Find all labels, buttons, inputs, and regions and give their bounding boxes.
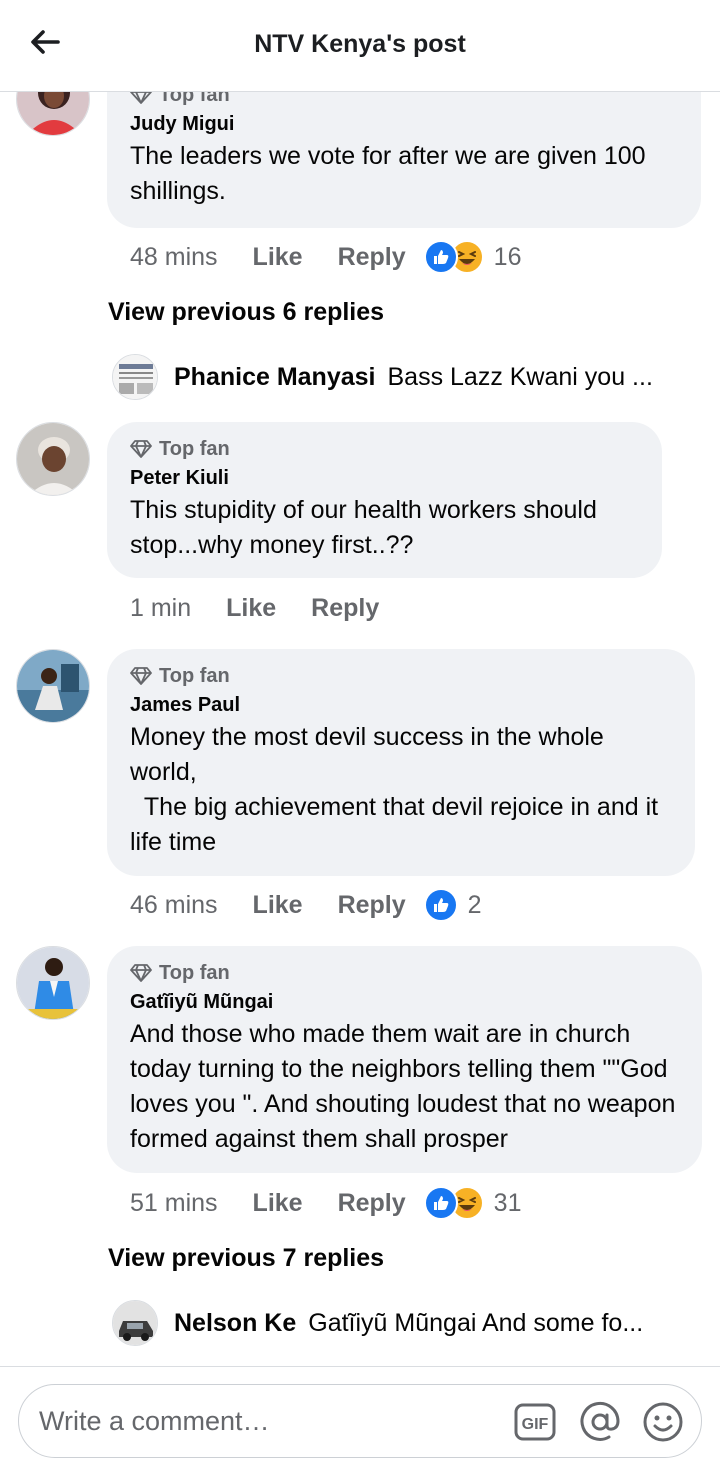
avatar[interactable] bbox=[16, 422, 90, 496]
reaction-count: 16 bbox=[493, 242, 522, 271]
comment-bubble: Top fan Gatĩiyũ Mũngai And those who mad… bbox=[107, 946, 702, 1173]
comment-author[interactable]: James Paul bbox=[130, 692, 673, 718]
comment-time[interactable]: 1 min bbox=[130, 594, 191, 623]
emoji-button[interactable] bbox=[642, 1401, 684, 1443]
top-fan-badge: Top fan bbox=[130, 92, 679, 108]
comment-actions: 46 mins Like Reply 2 bbox=[130, 885, 482, 925]
like-reaction-icon bbox=[423, 240, 458, 274]
svg-text:GIF: GIF bbox=[522, 1416, 549, 1433]
comments-feed[interactable]: Top fan Judy Migui The leaders we vote f… bbox=[0, 92, 720, 1366]
top-fan-badge-icon bbox=[130, 964, 152, 982]
comment-text: Money the most devil success in the whol… bbox=[130, 723, 659, 856]
avatar[interactable] bbox=[112, 1300, 158, 1346]
reply-button[interactable]: Reply bbox=[338, 1189, 406, 1218]
reply-preview[interactable]: Nelson Ke Gatĩiyũ Mũngai And some fo... bbox=[112, 1298, 643, 1348]
view-previous-replies-link[interactable]: View previous 6 replies bbox=[108, 298, 384, 327]
gif-icon: GIF bbox=[514, 1403, 556, 1441]
reaction-count: 31 bbox=[493, 1188, 522, 1217]
top-fan-badge: Top fan bbox=[130, 436, 640, 462]
gif-button[interactable]: GIF bbox=[514, 1401, 556, 1443]
comment-time[interactable]: 51 mins bbox=[130, 1189, 218, 1218]
reactions-summary[interactable]: 16 bbox=[423, 240, 522, 274]
like-button[interactable]: Like bbox=[253, 1189, 303, 1218]
comment-time[interactable]: 46 mins bbox=[130, 891, 218, 920]
like-reaction-icon bbox=[423, 888, 458, 922]
reply-button[interactable]: Reply bbox=[338, 243, 406, 272]
avatar[interactable] bbox=[16, 92, 90, 136]
comment-author[interactable]: Gatĩiyũ Mũngai bbox=[130, 989, 680, 1015]
comment-actions: 1 min Like Reply bbox=[130, 588, 379, 628]
reaction-count: 2 bbox=[467, 890, 482, 919]
avatar[interactable] bbox=[16, 649, 90, 723]
comment-time[interactable]: 48 mins bbox=[130, 243, 218, 272]
like-button[interactable]: Like bbox=[226, 594, 276, 623]
mention-icon bbox=[580, 1401, 620, 1441]
top-fan-badge: Top fan bbox=[130, 663, 673, 689]
comment-actions: 48 mins Like Reply 16 bbox=[130, 237, 521, 277]
comment-actions: 51 mins Like Reply 31 bbox=[130, 1183, 521, 1223]
avatar[interactable] bbox=[112, 354, 158, 400]
like-button[interactable]: Like bbox=[253, 891, 303, 920]
reply-snippet: Bass Lazz Kwani you ... bbox=[387, 362, 653, 391]
reply-author[interactable]: Nelson Ke bbox=[174, 1309, 296, 1338]
reply-snippet: Gatĩiyũ Mũngai And some fo... bbox=[308, 1308, 644, 1337]
comment-bubble: Top fan Judy Migui The leaders we vote f… bbox=[107, 92, 701, 228]
page-title: NTV Kenya's post bbox=[254, 30, 466, 58]
top-fan-badge: Top fan bbox=[130, 960, 680, 986]
reply-button[interactable]: Reply bbox=[338, 891, 406, 920]
post-header: NTV Kenya's post bbox=[0, 0, 720, 92]
top-fan-badge-icon bbox=[130, 92, 152, 104]
reply-author[interactable]: Phanice Manyasi bbox=[174, 363, 375, 392]
top-fan-badge-icon bbox=[130, 440, 152, 458]
view-previous-replies-link[interactable]: View previous 7 replies bbox=[108, 1244, 384, 1273]
comment-text: This stupidity of our health workers sho… bbox=[130, 496, 604, 559]
reply-button[interactable]: Reply bbox=[311, 594, 379, 623]
reply-preview[interactable]: Phanice Manyasi Bass Lazz Kwani you ... bbox=[112, 352, 653, 402]
top-fan-badge-icon bbox=[130, 667, 152, 685]
comment-bubble: Top fan James Paul Money the most devil … bbox=[107, 649, 695, 876]
mention-button[interactable] bbox=[579, 1401, 621, 1443]
emoji-icon bbox=[643, 1402, 683, 1442]
reactions-summary[interactable]: 2 bbox=[423, 888, 482, 922]
like-button[interactable]: Like bbox=[253, 243, 303, 272]
comment-text: And those who made them wait are in chur… bbox=[130, 1020, 683, 1153]
comment-bubble: Top fan Peter Kiuli This stupidity of ou… bbox=[107, 422, 662, 578]
comment-composer: GIF bbox=[0, 1366, 720, 1472]
comment-author[interactable]: Peter Kiuli bbox=[130, 465, 640, 491]
reactions-summary[interactable]: 31 bbox=[423, 1186, 522, 1220]
comment-author[interactable]: Judy Migui bbox=[130, 111, 679, 137]
comment-text: The leaders we vote for after we are giv… bbox=[130, 142, 653, 205]
like-reaction-icon bbox=[423, 1186, 458, 1220]
avatar[interactable] bbox=[16, 946, 90, 1020]
